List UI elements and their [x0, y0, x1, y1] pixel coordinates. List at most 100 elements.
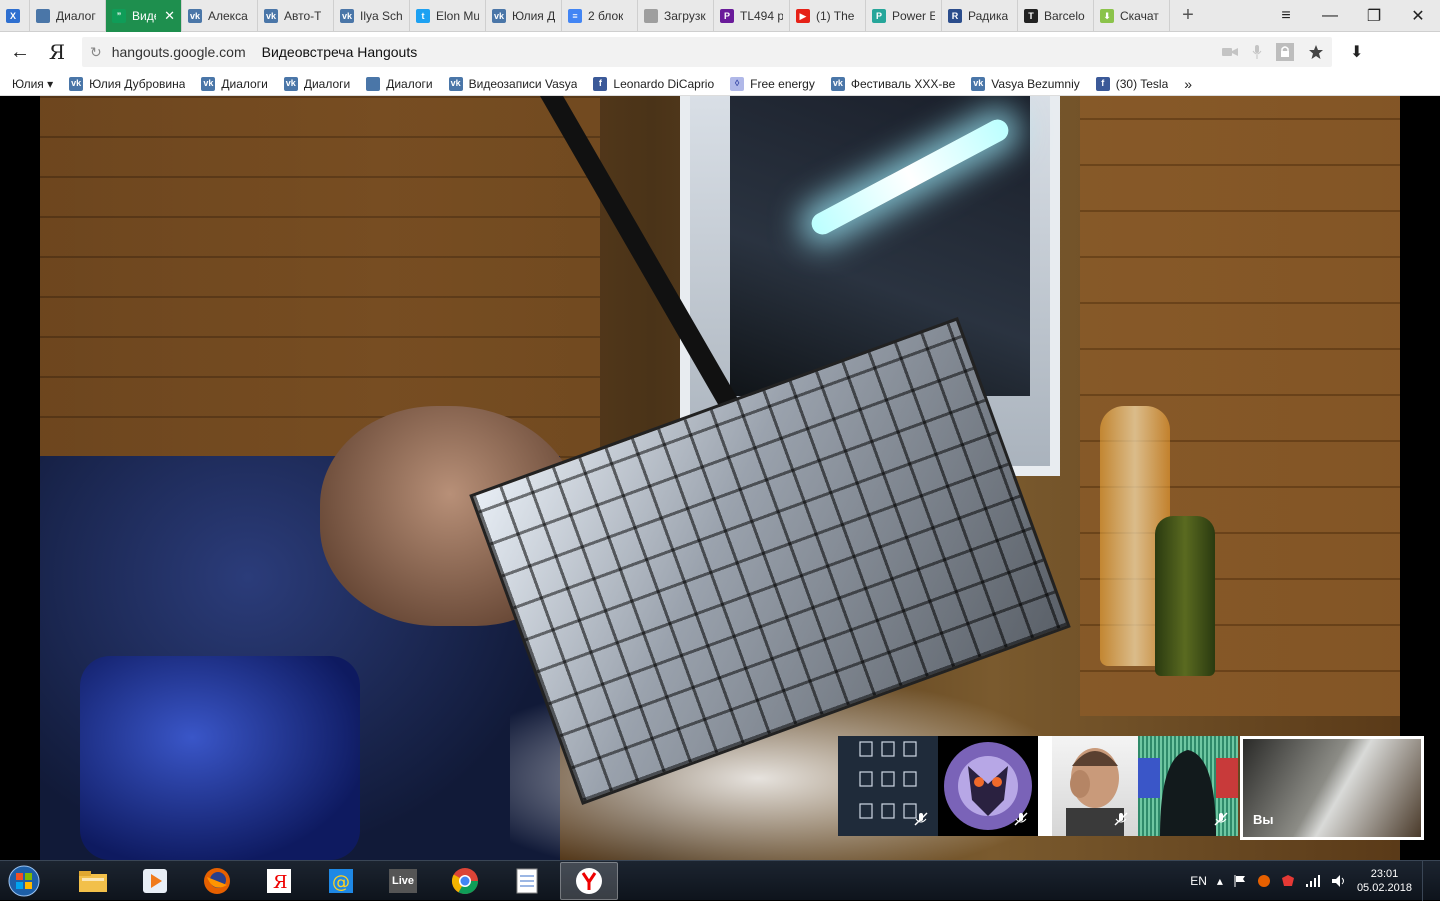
taskbar-app-explorer[interactable]: [64, 862, 122, 900]
bookmark-item[interactable]: vk Фестиваль XXX-ве: [830, 76, 955, 91]
vk-icon: vk: [201, 76, 216, 91]
tab-5[interactable]: vk Ilya Sch: [334, 0, 410, 32]
chrome-icon: [451, 867, 479, 895]
microphone-icon[interactable]: [1252, 45, 1262, 59]
tab-label: (1) The: [816, 9, 855, 23]
taskbar-app-media-player[interactable]: [126, 862, 184, 900]
yandex-y-icon: Я: [265, 867, 293, 895]
participant-cups[interactable]: [838, 736, 938, 836]
bookmark-item[interactable]: vk Диалоги: [283, 76, 351, 91]
clock-date: 05.02.2018: [1356, 881, 1412, 894]
tab-3[interactable]: vk Алекса: [182, 0, 258, 32]
yandex-logo-button[interactable]: Я: [40, 40, 74, 64]
new-tab-button[interactable]: +: [1170, 0, 1206, 31]
firefox-icon: [203, 867, 231, 895]
tab-10[interactable]: P TL494 р: [714, 0, 790, 32]
bookmark-item[interactable]: vk Vasya Bezumniy: [971, 76, 1080, 91]
tray-expand-icon[interactable]: ▴: [1217, 874, 1223, 888]
bookmark-item[interactable]: ◊ Free energy: [730, 76, 815, 91]
bookmark-item[interactable]: Юлия ▾: [12, 77, 53, 91]
browser-menu-button[interactable]: ≡: [1264, 0, 1308, 31]
tab-2[interactable]: ” Виде ✕: [106, 0, 182, 32]
show-desktop-button[interactable]: [1422, 860, 1432, 901]
tab-14[interactable]: T Barcelo: [1018, 0, 1094, 32]
tab-0[interactable]: X: [0, 0, 30, 32]
bookmarks-bar: Юлия ▾ vk Юлия Дубровина vk Диалоги vk Диалоги…: [0, 72, 1440, 96]
lock-icon[interactable]: [1276, 43, 1294, 61]
back-button[interactable]: ←: [0, 32, 40, 72]
tab-11[interactable]: ▶ (1) The: [790, 0, 866, 32]
tab-8[interactable]: ≡ 2 блок: [562, 0, 638, 32]
tab-label: Barcelo: [1044, 9, 1085, 23]
participant-hood[interactable]: [1138, 736, 1238, 836]
tab-7[interactable]: vk Юлия Д: [486, 0, 562, 32]
svg-text:@: @: [332, 872, 350, 893]
flag-icon[interactable]: [1233, 874, 1247, 888]
thumb-spacer: [1038, 736, 1052, 836]
taskbar-app-yandex-browser[interactable]: [560, 861, 618, 900]
bookmark-label: Диалоги: [303, 76, 351, 91]
bookmark-item[interactable]: Диалоги: [366, 76, 433, 91]
bookmark-label: Юлия Дубровина: [89, 76, 186, 91]
volume-icon[interactable]: [1331, 874, 1347, 888]
taskbar-app-yandex-app[interactable]: Я: [250, 862, 308, 900]
bookmark-label: Free energy: [750, 76, 815, 91]
bookmark-label: Видеозаписи Vasya: [468, 76, 578, 91]
facebook-icon: f: [593, 76, 608, 91]
camera-icon[interactable]: [1222, 46, 1238, 58]
bookmark-star-icon[interactable]: [1308, 44, 1324, 60]
participant-man[interactable]: [1052, 736, 1138, 836]
minimize-button[interactable]: —: [1308, 0, 1352, 31]
bookmark-label: Юлия ▾: [12, 76, 54, 91]
docs-icon: ≡: [568, 9, 582, 23]
self-preview[interactable]: Вы: [1240, 736, 1424, 840]
hangouts-icon: ”: [112, 9, 126, 23]
reload-icon[interactable]: ↻: [90, 44, 102, 61]
tab-1[interactable]: Диалог: [30, 0, 106, 32]
participant-owl[interactable]: [938, 736, 1038, 836]
tab-4[interactable]: vk Авто-Т: [258, 0, 334, 32]
clock[interactable]: 23:01 05.02.2018: [1357, 867, 1412, 895]
windows-taskbar: Я @ Live EN ▴ 23:01 05.02.2018: [0, 860, 1440, 901]
firefox-tray-icon[interactable]: [1257, 874, 1271, 888]
taskbar-app-chrome[interactable]: [436, 862, 494, 900]
bookmark-item[interactable]: f Leonardo DiCaprio: [593, 76, 714, 91]
language-indicator[interactable]: EN: [1190, 874, 1207, 888]
bookmark-item[interactable]: vk Диалоги: [201, 76, 268, 91]
bookmark-label: Vasya Bezumniy: [991, 76, 1080, 91]
window-controls: ≡ — ❐ ✕: [1264, 0, 1440, 31]
vk-icon: vk: [69, 76, 84, 91]
tab-13[interactable]: R Радика: [942, 0, 1018, 32]
bookmark-item[interactable]: vk Юлия Дубровина: [69, 76, 186, 91]
restore-button[interactable]: ❐: [1352, 0, 1396, 31]
taskbar-app-mail-agent[interactable]: @: [312, 862, 370, 900]
vk-icon: vk: [340, 9, 354, 23]
tab-6[interactable]: t Elon Mu: [410, 0, 486, 32]
vk-icon: vk: [971, 76, 986, 91]
participants-strip: Вы: [838, 736, 1424, 840]
bookmark-item[interactable]: f (30) Tesla: [1095, 76, 1168, 91]
taskbar-app-live[interactable]: Live: [374, 862, 432, 900]
taskbar-app-notepad[interactable]: [498, 862, 556, 900]
tab-9[interactable]: Загрузк: [638, 0, 714, 32]
twitter-icon: t: [416, 9, 430, 23]
page-icon: [644, 9, 658, 23]
antivirus-icon[interactable]: [1281, 874, 1295, 888]
vk-icon: vk: [830, 76, 845, 91]
taskbar-app-firefox[interactable]: [188, 862, 246, 900]
omnibox[interactable]: ↻ hangouts.google.com Видеовстреча Hango…: [82, 37, 1332, 67]
url-domain[interactable]: hangouts.google.com: [112, 44, 246, 60]
tab-label: Виде: [132, 9, 156, 23]
tab-15[interactable]: ⬇ Скачат: [1094, 0, 1170, 32]
network-signal-icon[interactable]: [1305, 874, 1321, 888]
bookmarks-overflow-button[interactable]: »: [1184, 76, 1192, 92]
radiokot-icon: R: [948, 9, 962, 23]
mic-muted-icon: [1012, 810, 1030, 828]
bookmark-item[interactable]: vk Видеозаписи Vasya: [448, 76, 578, 91]
start-button[interactable]: [0, 861, 48, 901]
tabs-container: X Диалог ” Виде ✕ vk Алекса vk Авто-Т vk Ilya Sch t…: [0, 0, 1170, 32]
close-window-button[interactable]: ✕: [1396, 0, 1440, 31]
tab-close-icon[interactable]: ✕: [164, 8, 175, 24]
tab-12[interactable]: P Power E: [866, 0, 942, 32]
downloads-button[interactable]: ⬇: [1350, 42, 1363, 62]
